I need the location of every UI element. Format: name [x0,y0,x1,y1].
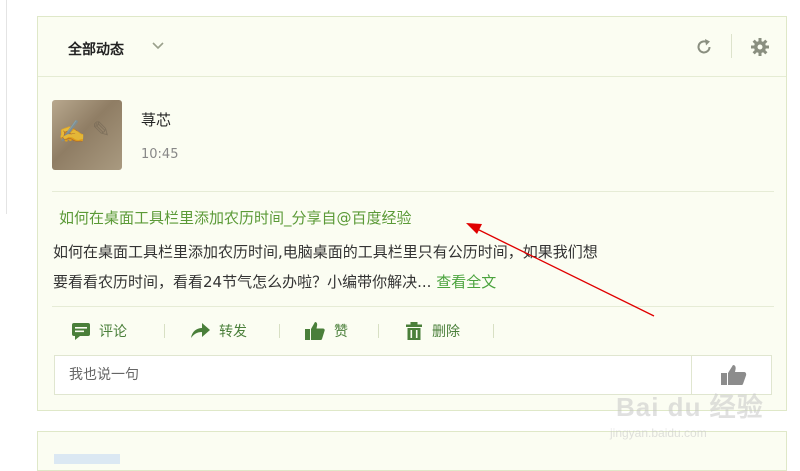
post-body-line-1: 如何在桌面工具栏里添加农历时间,电脑桌面的工具栏里只有公历时间，如果我们想 [53,243,598,261]
forward-label: 转发 [219,324,247,340]
feed-card: 全部动态 ✍ ✎ 荨芯 10:45 如何在桌面工具栏里添加农历时间_分享自@百度… [37,16,787,411]
watermark-brand: Bai du 经验 [616,392,764,422]
refresh-icon[interactable] [694,37,714,57]
delete-label: 删除 [432,324,460,340]
comment-button[interactable]: 评论 [71,320,127,342]
feed-filter-label[interactable]: 全部动态 [68,39,124,59]
action-separator [493,324,494,338]
feed-header: 全部动态 [38,17,786,77]
actions-separator [52,306,774,307]
header-separator [731,34,732,58]
forward-button[interactable]: 转发 [189,320,247,342]
like-button[interactable]: 赞 [304,320,348,342]
settings-gear-icon[interactable] [750,37,770,57]
forward-arrow-icon [191,323,210,338]
delete-button[interactable]: 删除 [404,320,460,342]
action-separator [378,324,379,338]
post-time: 10:45 [141,147,179,162]
action-separator [279,324,280,338]
user-avatar[interactable]: ✍ ✎ [52,100,122,170]
next-card-tag [54,454,120,464]
thumbs-up-icon [305,322,325,340]
post-body: 如何在桌面工具栏里添加农历时间,电脑桌面的工具栏里只有公历时间，如果我们想 要看… [53,237,775,297]
like-label: 赞 [334,324,348,340]
read-more-link[interactable]: 查看全文 [436,273,496,291]
comment-icon [72,323,90,340]
left-column-border [6,0,7,214]
post-body-line-2: 要看看农历时间，看看24节气怎么办啦？小编带你解决... 查看全文 [53,267,775,297]
post-body-line-2-text: 要看看农历时间，看看24节气怎么办啦？小编带你解决... [53,273,432,291]
avatar-texture-2: ✎ [92,118,111,143]
trash-icon [406,322,422,340]
action-separator [164,324,165,338]
post-author[interactable]: 荨芯 [141,109,171,130]
comment-label: 评论 [99,324,127,340]
baidu-jingyan-watermark: Bai du 经验 jingyan.baidu.com [610,382,790,452]
post-title-link[interactable]: 如何在桌面工具栏里添加农历时间_分享自@百度经验 [59,207,412,228]
chevron-down-icon[interactable] [151,41,165,51]
watermark-url: jingyan.baidu.com [610,426,707,440]
post-divider [52,191,774,192]
comment-input[interactable] [55,356,691,394]
avatar-texture: ✍ [58,120,86,145]
